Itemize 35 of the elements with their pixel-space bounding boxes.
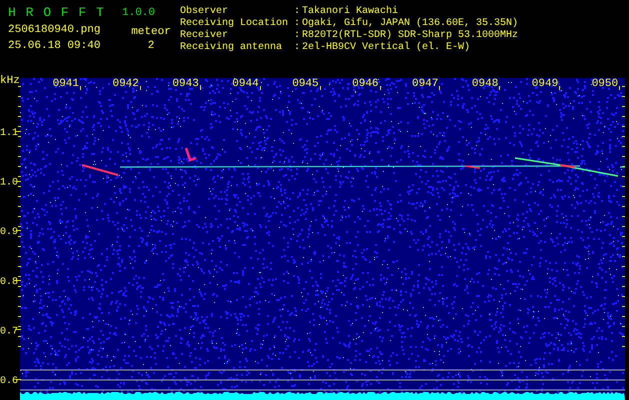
info-label: Receiving Location — [180, 18, 290, 30]
time-label: 0942 — [112, 78, 139, 90]
unit-label: kHz — [0, 75, 20, 87]
separator: : — [294, 30, 302, 42]
separator: : — [294, 6, 302, 18]
info-value: 2el-HB9CV Vertical (el. E-W) — [302, 42, 472, 54]
time-label: 0949 — [532, 78, 558, 90]
frequency-label: 0.6 — [0, 376, 18, 387]
file-name: 2506180940.png — [8, 23, 102, 38]
separator: : — [294, 18, 302, 30]
time-label: 0947 — [412, 78, 438, 90]
frequency-label: 1.1 — [0, 128, 18, 139]
info-value: Ogaki, Gifu, JAPAN (136.60E, 35.35N) — [302, 18, 518, 30]
info-label: Observer — [180, 6, 230, 18]
time-label: 0944 — [232, 78, 259, 90]
app-title: H R O F F T — [8, 4, 105, 22]
time-label: 0945 — [292, 78, 319, 90]
frequency-label: 0.8 — [0, 276, 18, 288]
info-label: Receiver — [180, 30, 230, 42]
frequency-label: 0.9 — [0, 227, 18, 238]
frequency-label: 0.7 — [0, 326, 18, 338]
info-value: Takanori Kawachi — [302, 6, 400, 18]
time-label: 0941 — [52, 78, 79, 90]
time-label: 0946 — [352, 78, 378, 90]
info-label: Receiving antenna — [180, 42, 284, 54]
separator: : — [294, 42, 302, 54]
time-label: 0950 — [592, 78, 618, 90]
frequency-label: 1.0 — [0, 178, 18, 189]
date-time: 25.06.18 09:40 — [8, 39, 102, 54]
version-label: 1.0.0 — [122, 6, 156, 21]
meteor-count: 2 — [146, 39, 156, 54]
time-label: 0948 — [472, 78, 498, 90]
info-value: R820T2(RTL-SDR) SDR-Sharp 53.1000MHz — [302, 30, 518, 42]
time-label: 0943 — [172, 78, 199, 90]
meteor-label: meteor — [130, 26, 172, 38]
